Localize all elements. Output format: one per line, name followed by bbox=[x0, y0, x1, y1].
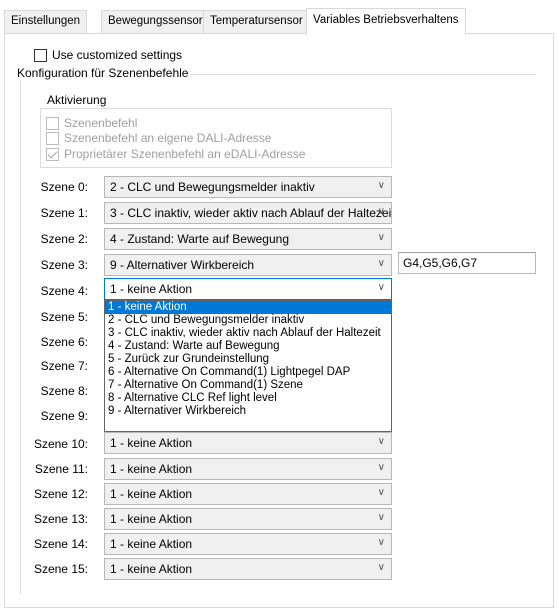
dropdown-option-6[interactable]: 6 - Alternative On Command(1) Lightpegel… bbox=[105, 366, 391, 379]
chevron-down-icon: ∨ bbox=[377, 436, 385, 447]
dropdown-option-5[interactable]: 5 - Zurück zur Grundeinstellung bbox=[105, 353, 391, 366]
checkbox-checked-icon bbox=[46, 147, 59, 161]
chevron-down-icon: ∨ bbox=[377, 512, 385, 523]
chevron-down-icon: ∨ bbox=[377, 180, 385, 191]
scene-label-0: Szene 0: bbox=[40, 180, 88, 194]
chevron-down-icon: ∨ bbox=[377, 206, 385, 217]
scene-combo-value: 1 - keine Aktion bbox=[110, 462, 193, 476]
checkbox-icon bbox=[46, 131, 59, 145]
scene-combo-4[interactable]: 1 - keine Aktion ∨ bbox=[104, 278, 392, 300]
dropdown-option-9[interactable]: 9 - Alternativer Wirkbereich bbox=[105, 405, 391, 418]
scene-combo-3[interactable]: 9 - Alternativer Wirkbereich ∨ bbox=[104, 254, 392, 276]
scene-4-dropdown-list[interactable]: 1 - keine Aktion 2 - CLC und Bewegungsme… bbox=[104, 300, 392, 432]
scene-combo-15[interactable]: 1 - keine Aktion ∨ bbox=[104, 558, 392, 580]
scene-label-13: Szene 13: bbox=[33, 512, 88, 526]
szenenbefehl-eigene-dali-label: Szenenbefehl an eigene DALI-Adresse bbox=[64, 131, 272, 145]
scene-combo-value: 4 - Zustand: Warte auf Bewegung bbox=[110, 232, 289, 246]
scene-combo-value: 1 - keine Aktion bbox=[110, 282, 193, 296]
scene-combo-13[interactable]: 1 - keine Aktion ∨ bbox=[104, 508, 392, 530]
scene-combo-14[interactable]: 1 - keine Aktion ∨ bbox=[104, 533, 392, 555]
szenenbefehl-checkbox: Szenenbefehl bbox=[46, 116, 137, 130]
scene-label-12: Szene 12: bbox=[33, 487, 88, 501]
scene-label-11: Szene 11: bbox=[34, 462, 88, 476]
scene-combo-value: 2 - CLC und Bewegungsmelder inaktiv bbox=[110, 180, 315, 194]
szenenbefehl-eigene-dali-checkbox: Szenenbefehl an eigene DALI-Adresse bbox=[46, 131, 271, 145]
use-custom-checkbox[interactable]: Use customized settings bbox=[34, 48, 182, 62]
config-group-border-left bbox=[20, 74, 21, 594]
tab-einstellungen[interactable]: Einstellungen bbox=[4, 10, 88, 34]
scene3-groups-input[interactable]: G4,G5,G6,G7 bbox=[398, 252, 536, 274]
dropdown-option-7[interactable]: 7 - Alternative On Command(1) Szene bbox=[105, 379, 391, 392]
scene-combo-value: 1 - keine Aktion bbox=[110, 562, 193, 576]
chevron-down-icon: ∨ bbox=[377, 487, 385, 498]
chevron-down-icon: ∨ bbox=[377, 537, 385, 548]
chevron-down-icon: ∨ bbox=[377, 232, 385, 243]
dropdown-option-1[interactable]: 1 - keine Aktion bbox=[105, 301, 391, 314]
scene-combo-value: 1 - keine Aktion bbox=[110, 487, 193, 501]
scene-label-4: Szene 4: bbox=[40, 284, 88, 298]
aktivierung-group-title: Aktivierung bbox=[44, 93, 110, 107]
scene-label-6: Szene 6: bbox=[40, 335, 88, 349]
scene-label-2: Szene 2: bbox=[40, 232, 88, 246]
tab-variables-betriebsverhaltens[interactable]: Variables Betriebsverhaltens bbox=[306, 8, 466, 35]
dropdown-option-2[interactable]: 2 - CLC und Bewegungsmelder inaktiv bbox=[105, 314, 391, 327]
scene-label-10: Szene 10: bbox=[33, 437, 88, 451]
scene-label-14: Szene 14: bbox=[33, 537, 88, 551]
scene-combo-value: 1 - keine Aktion bbox=[110, 537, 193, 551]
scene-combo-value: 1 - keine Aktion bbox=[110, 512, 193, 526]
scene-combo-value: 9 - Alternativer Wirkbereich bbox=[110, 258, 255, 272]
scene-combo-11[interactable]: 1 - keine Aktion ∨ bbox=[104, 458, 392, 480]
scene-label-5: Szene 5: bbox=[40, 310, 88, 324]
scene-combo-2[interactable]: 4 - Zustand: Warte auf Bewegung ∨ bbox=[104, 228, 392, 250]
scene-combo-value: 3 - CLC inaktiv, wieder aktiv nach Ablau… bbox=[110, 206, 392, 220]
tab-temperatursensor[interactable]: Temperatursensor bbox=[203, 10, 310, 34]
scene-label-8: Szene 8: bbox=[40, 384, 88, 398]
tab-bar: Einstellungen Bewegungssensor Temperatur… bbox=[0, 8, 558, 35]
scene-combo-10[interactable]: 1 - keine Aktion ∨ bbox=[104, 432, 392, 454]
scene-label-15: Szene 15: bbox=[33, 562, 88, 576]
chevron-down-icon: ∨ bbox=[377, 462, 385, 473]
config-group-title: Konfiguration für Szenenbefehle bbox=[14, 66, 192, 80]
checkbox-icon bbox=[34, 48, 47, 62]
tab-bewegungssensor[interactable]: Bewegungssensor bbox=[101, 10, 210, 34]
chevron-down-icon: ∨ bbox=[377, 258, 385, 269]
use-custom-label: Use customized settings bbox=[52, 48, 183, 62]
szenenbefehl-label: Szenenbefehl bbox=[64, 116, 138, 130]
scene-combo-0[interactable]: 2 - CLC und Bewegungsmelder inaktiv ∨ bbox=[104, 176, 392, 198]
proprietaer-szenenbefehl-label: Proprietärer Szenenbefehl an eDALI-Adres… bbox=[64, 147, 306, 161]
proprietaer-szenenbefehl-checkbox: Proprietärer Szenenbefehl an eDALI-Adres… bbox=[46, 147, 305, 161]
dropdown-option-4[interactable]: 4 - Zustand: Warte auf Bewegung bbox=[105, 340, 391, 353]
scene-label-7: Szene 7: bbox=[40, 359, 88, 373]
scene-combo-1[interactable]: 3 - CLC inaktiv, wieder aktiv nach Ablau… bbox=[104, 202, 392, 224]
scene-label-3: Szene 3: bbox=[40, 258, 88, 272]
chevron-down-icon: ∨ bbox=[377, 282, 385, 293]
scene-label-9: Szene 9: bbox=[40, 409, 88, 423]
chevron-down-icon: ∨ bbox=[377, 562, 385, 573]
scene-combo-12[interactable]: 1 - keine Aktion ∨ bbox=[104, 483, 392, 505]
dropdown-option-3[interactable]: 3 - CLC inaktiv, wieder aktiv nach Ablau… bbox=[105, 327, 391, 340]
scene-label-1: Szene 1: bbox=[40, 206, 88, 220]
dropdown-option-8[interactable]: 8 - Alternative CLC Ref light level bbox=[105, 392, 391, 405]
checkbox-icon bbox=[46, 116, 59, 130]
scene-combo-value: 1 - keine Aktion bbox=[110, 436, 193, 450]
